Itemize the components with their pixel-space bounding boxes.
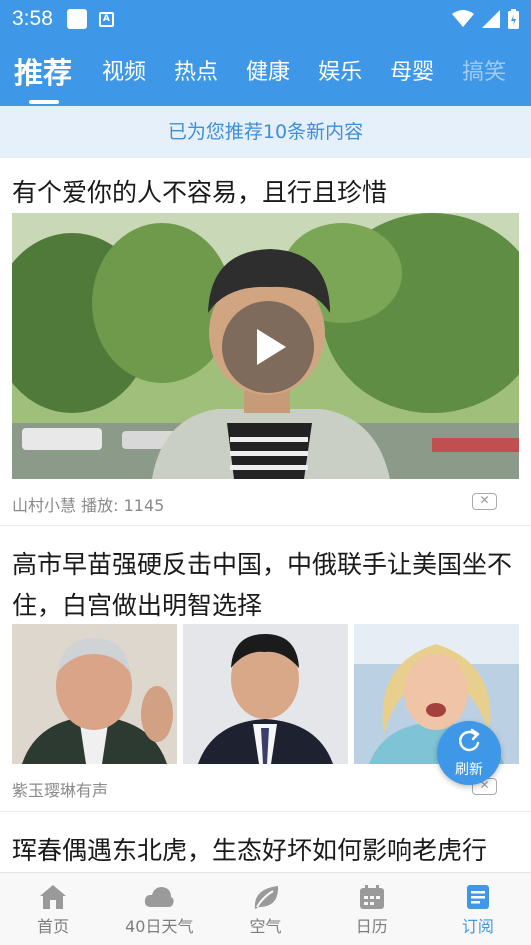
- article-title[interactable]: 高市早苗强硬反击中国，中俄联手让美国坐不住，白宫做出明智选择: [0, 532, 531, 626]
- video-thumbnail[interactable]: [12, 213, 519, 479]
- nav-calendar[interactable]: 日历: [319, 873, 425, 945]
- tab-entertainment[interactable]: 娱乐: [318, 38, 362, 106]
- article-source: 紫玉璎琳有声: [12, 781, 109, 800]
- signal-icon: [482, 10, 500, 28]
- tab-hot[interactable]: 热点: [174, 38, 218, 106]
- nav-subscribe[interactable]: 订阅: [425, 873, 531, 945]
- notification-icon: [66, 9, 87, 29]
- a-notification-icon: A: [98, 11, 114, 27]
- thumbnail-image: [12, 624, 177, 764]
- article-source: 山村小慧: [12, 496, 77, 515]
- nav-calendar-label: 日历: [355, 917, 388, 936]
- thumbnail-image: [183, 624, 348, 764]
- refresh-label: 刷新: [455, 762, 483, 778]
- article-title[interactable]: 珲春偶遇东北虎，生态好坏如何影响老虎行: [0, 818, 531, 871]
- nav-home-label: 首页: [37, 917, 70, 936]
- nav-air-label: 空气: [249, 917, 282, 936]
- article-title[interactable]: 有个爱你的人不容易，且行且珍惜: [0, 160, 531, 213]
- tab-funny[interactable]: 搞笑: [462, 38, 506, 106]
- bottom-navigation: 首页 40日天气 空气 日历 订阅: [0, 872, 531, 945]
- dismiss-button[interactable]: ✕: [472, 493, 497, 510]
- news-icon: [466, 885, 489, 909]
- nav-weather-label: 40日天气: [125, 917, 194, 936]
- feed-article-text[interactable]: 珲春偶遇东北虎，生态好坏如何影响老虎行: [0, 818, 531, 872]
- status-time: 3:58: [12, 7, 53, 30]
- tab-health[interactable]: 健康: [246, 38, 290, 106]
- nav-weather-40day[interactable]: 40日天气: [106, 873, 212, 945]
- play-icon: [257, 329, 286, 365]
- category-tab-bar: 推荐 视频 热点 健康 娱乐 母婴 搞笑: [0, 38, 531, 106]
- new-content-notice: 已为您推荐10条新内容: [0, 106, 531, 158]
- nav-air[interactable]: 空气: [212, 873, 318, 945]
- tab-video[interactable]: 视频: [102, 38, 146, 106]
- nav-home[interactable]: 首页: [0, 873, 106, 945]
- status-bar: 3:58 A: [0, 0, 531, 38]
- tab-recommend[interactable]: 推荐: [14, 38, 72, 106]
- feed-article-video[interactable]: 有个爱你的人不容易，且行且珍惜 山村小慧 播放: 1145 ✕: [0, 160, 531, 526]
- play-button[interactable]: [222, 301, 314, 393]
- status-icons: [452, 9, 519, 29]
- refresh-icon: [458, 728, 480, 752]
- nav-subscribe-label: 订阅: [461, 917, 494, 936]
- calendar-icon: [359, 885, 384, 909]
- home-icon: [40, 885, 67, 909]
- article-meta: 山村小慧 播放: 1145: [12, 492, 164, 516]
- battery-icon: [508, 9, 519, 29]
- article-play-count: 播放: 1145: [81, 496, 165, 515]
- refresh-button[interactable]: 刷新: [437, 721, 501, 785]
- leaf-icon: [254, 886, 278, 909]
- wifi-icon: [452, 10, 474, 27]
- tab-parenting[interactable]: 母婴: [390, 38, 434, 106]
- cloud-icon: [145, 887, 174, 907]
- app-screen: 3:58 A 推荐 视频 热点 健康 娱乐 母婴 搞笑 已为您推荐10条新内容 …: [0, 0, 531, 945]
